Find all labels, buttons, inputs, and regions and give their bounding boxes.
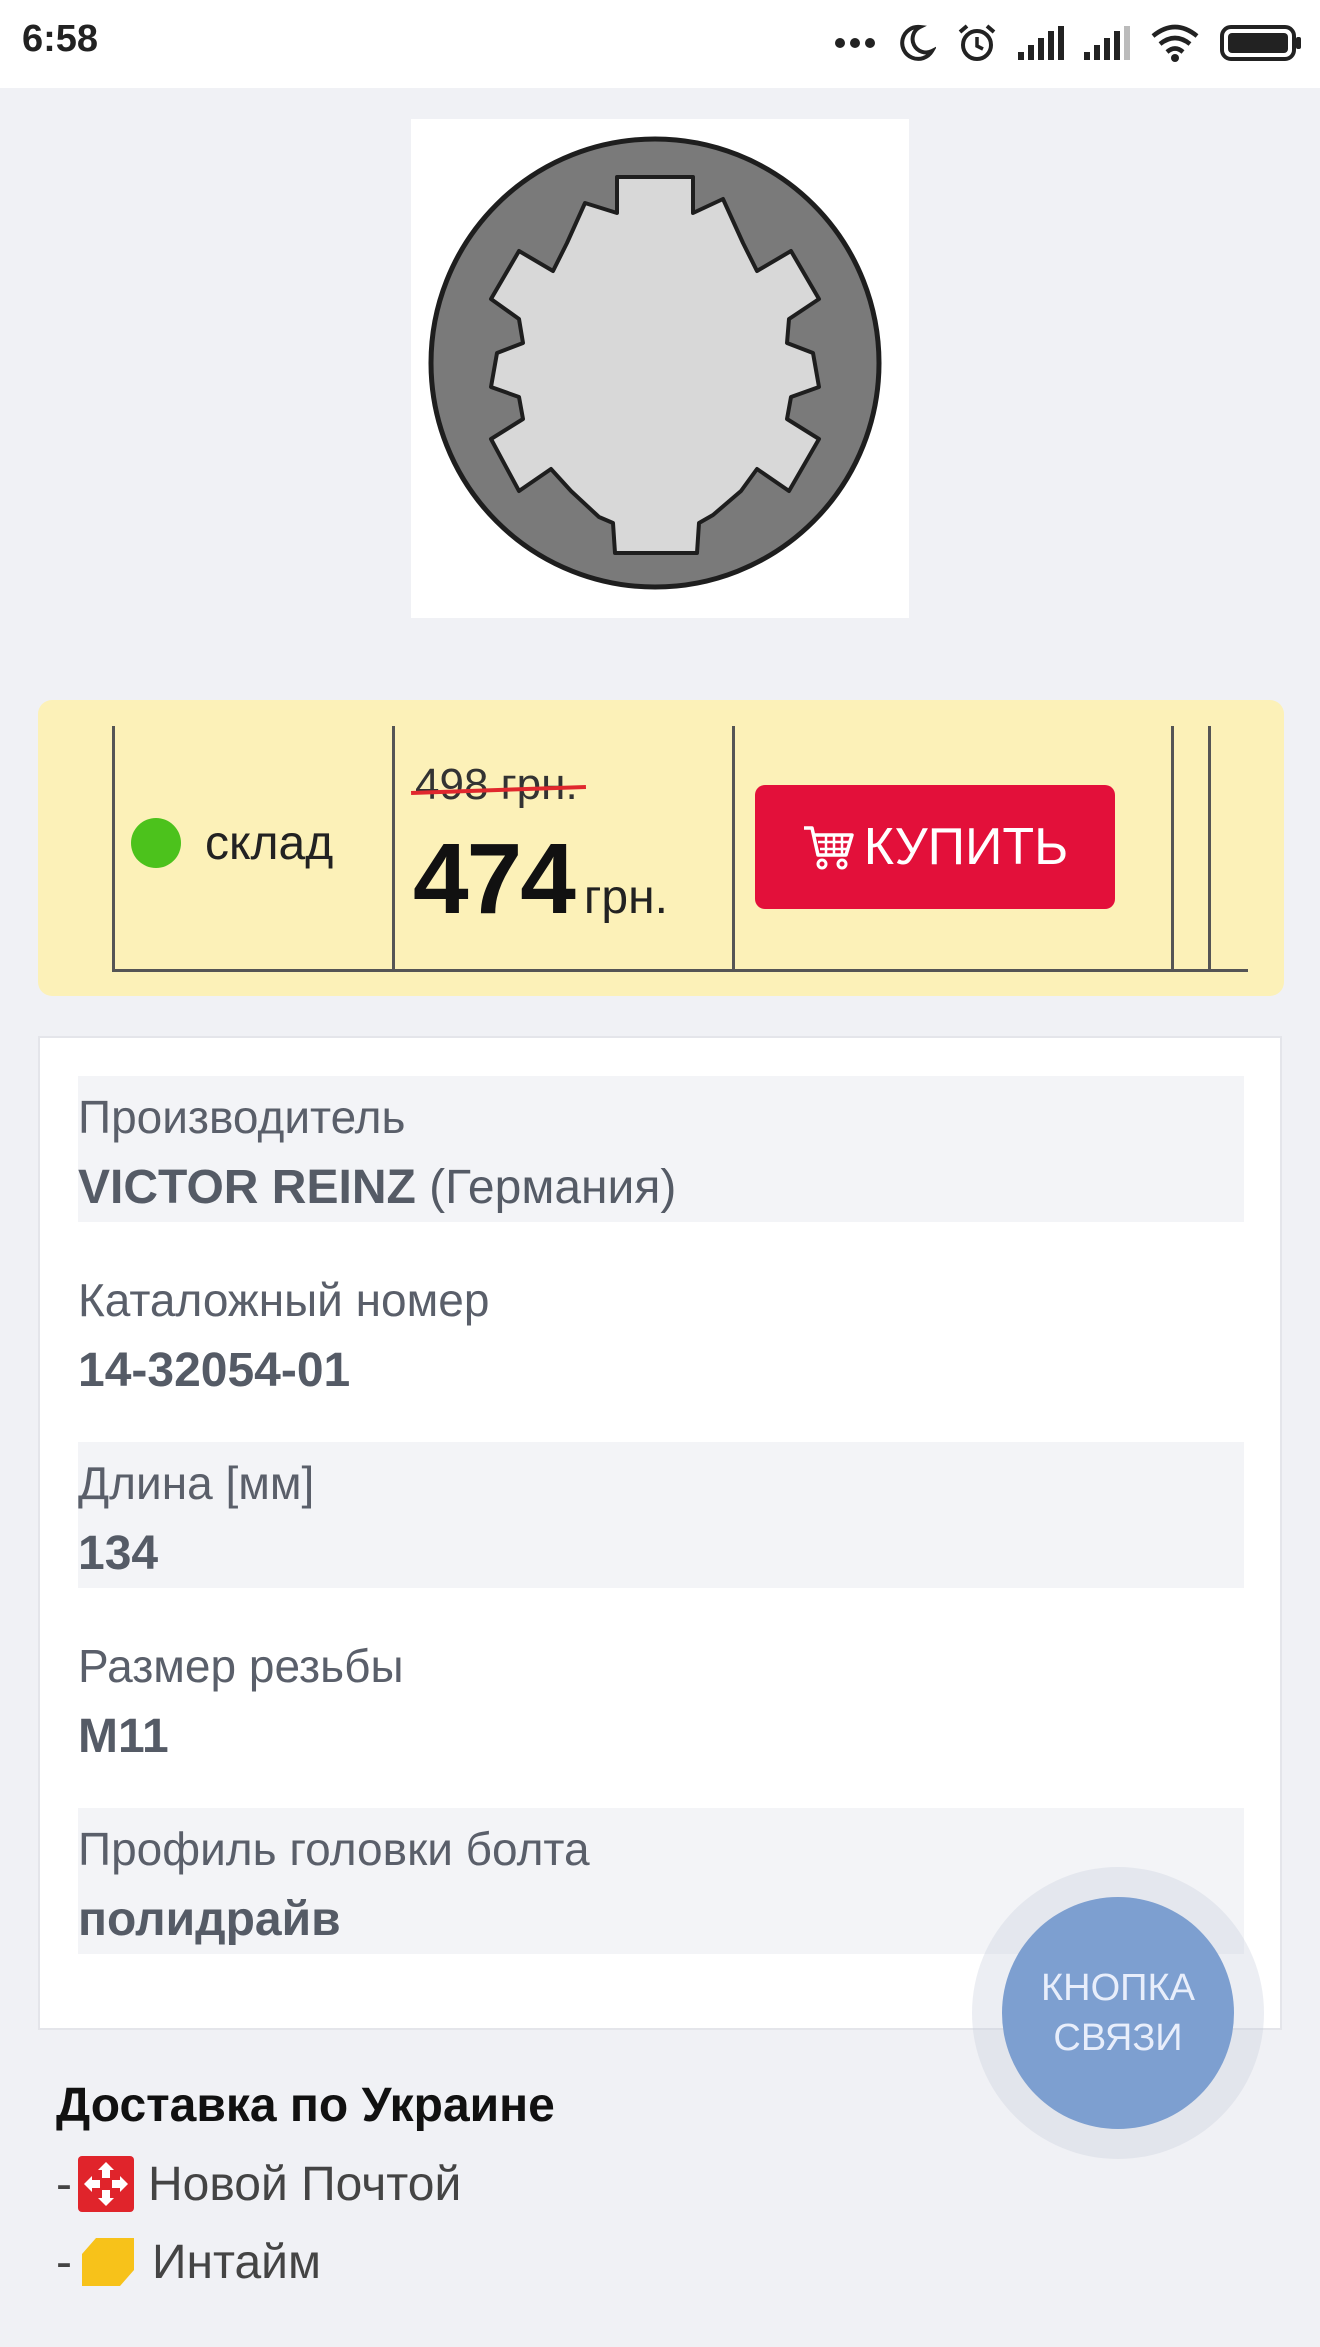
price-panel: склад 498 грн. 474 грн. КУПИТЬ: [38, 700, 1284, 996]
list-dash: -: [56, 2235, 72, 2289]
battery-icon: [1220, 24, 1302, 67]
nova-poshta-logo-icon: [77, 2156, 134, 2212]
cart-icon: [802, 823, 854, 871]
bolt-head-profile-icon: [428, 136, 882, 590]
old-price-text: 498 грн.: [415, 760, 578, 809]
moon-icon: [896, 23, 938, 68]
product-image[interactable]: [411, 119, 909, 618]
grid-divider: [1208, 726, 1211, 972]
spec-label: Профиль головки болта: [78, 1823, 590, 1875]
new-price-currency: грн.: [583, 871, 668, 924]
spec-value: VICTOR REINZ (Германия): [78, 1160, 676, 1215]
grid-divider: [392, 726, 395, 972]
alarm-icon: [956, 22, 998, 69]
manufacturer-name[interactable]: VICTOR REINZ: [78, 1161, 416, 1214]
buy-button-label: КУПИТЬ: [863, 818, 1069, 876]
spec-label: Размер резьбы: [78, 1640, 404, 1692]
grid-divider: [732, 726, 735, 972]
price-grid: склад 498 грн. 474 грн. КУПИТЬ: [112, 726, 1248, 972]
delivery-item-intime: - Интайм: [56, 2232, 321, 2292]
spec-value: полидрайв: [78, 1893, 341, 1946]
spec-row-manufacturer: Производитель VICTOR REINZ (Германия): [78, 1076, 1244, 1222]
spec-label: Производитель: [78, 1091, 406, 1143]
intime-logo-icon: [78, 2234, 138, 2290]
status-bar: 6:58: [0, 0, 1320, 88]
new-price-amount: 474: [413, 823, 576, 935]
spec-value: 134: [78, 1527, 159, 1580]
contact-button[interactable]: КНОПКА СВЯЗИ: [1002, 1897, 1234, 2129]
status-time: 6:58: [22, 18, 99, 60]
buy-button[interactable]: КУПИТЬ: [755, 785, 1115, 909]
spec-value: 14-32054-01: [78, 1344, 351, 1397]
delivery-item-nova-poshta: - Новой Почтой: [56, 2154, 461, 2214]
wifi-icon: [1150, 24, 1200, 67]
new-price: 474 грн.: [413, 822, 668, 937]
delivery-title: Доставка по Украине: [56, 2079, 555, 2132]
signal-2-icon: [1084, 25, 1130, 65]
status-icons: [814, 22, 1302, 68]
list-dash: -: [56, 2157, 72, 2211]
old-price: 498 грн.: [410, 760, 586, 810]
stock-status-dot: [131, 818, 181, 868]
contact-button-line2: СВЯЗИ: [1053, 2017, 1183, 2059]
delivery-item-label: Новой Почтой: [147, 2157, 462, 2211]
spec-row-catalog-number: Каталожный номер 14-32054-01: [78, 1259, 1244, 1405]
more-dots-icon: [834, 36, 876, 54]
spec-label: Каталожный номер: [78, 1274, 490, 1326]
delivery-item-label: Интайм: [151, 2235, 321, 2289]
spec-label: Длина [мм]: [78, 1457, 315, 1509]
spec-value: M11: [78, 1710, 169, 1763]
contact-button-line1: КНОПКА: [1041, 1967, 1195, 2009]
spec-row-length: Длина [мм] 134: [78, 1442, 1244, 1588]
manufacturer-country: (Германия): [429, 1161, 677, 1214]
stock-label: склад: [205, 817, 334, 870]
spec-row-thread-size: Размер резьбы M11: [78, 1625, 1244, 1771]
signal-1-icon: [1018, 25, 1064, 65]
grid-divider: [1171, 726, 1174, 972]
